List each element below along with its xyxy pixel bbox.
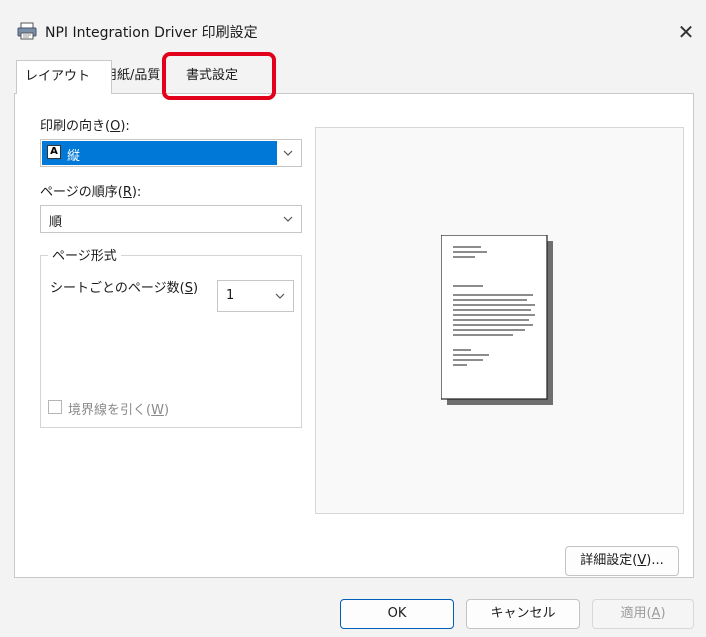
- chevron-down-icon: [275, 293, 285, 299]
- printer-icon: [17, 22, 37, 40]
- advanced-settings-button[interactable]: 詳細設定(V)...: [565, 546, 679, 576]
- window-title: NPI Integration Driver 印刷設定: [45, 25, 258, 41]
- tab-layout[interactable]: レイアウト: [16, 60, 112, 94]
- orientation-label: 印刷の向き(O):: [40, 119, 130, 134]
- orientation-dropdown[interactable]: A 縦: [40, 139, 302, 167]
- page-format-group-title: ページ形式: [48, 245, 121, 264]
- tab-highlight-box: [162, 52, 276, 100]
- page-order-label: ページの順序(R):: [40, 185, 142, 200]
- page-order-dropdown[interactable]: 順: [40, 205, 302, 233]
- cancel-button[interactable]: キャンセル: [466, 599, 580, 629]
- close-icon: ✕: [677, 20, 695, 44]
- chevron-down-icon: [283, 150, 293, 156]
- pages-per-sheet-value: 1: [226, 288, 235, 303]
- page-preview-icon: [440, 234, 553, 405]
- portrait-page-icon: A: [47, 145, 61, 159]
- apply-button[interactable]: 適用(A): [592, 599, 694, 629]
- orientation-value: 縦: [67, 149, 81, 164]
- draw-borders-checkbox[interactable]: [48, 400, 62, 414]
- pages-per-sheet-label: シートごとのページ数(S): [50, 281, 199, 296]
- ok-button[interactable]: OK: [340, 599, 454, 629]
- close-button[interactable]: ✕: [668, 14, 704, 50]
- page-order-value: 順: [49, 215, 63, 230]
- pages-per-sheet-dropdown[interactable]: 1: [217, 280, 294, 312]
- chevron-down-icon: [283, 216, 293, 222]
- tab-strip: レイアウト 用紙/品質 書式設定: [14, 60, 694, 94]
- draw-borders-label: 境界線を引く(W): [68, 403, 170, 418]
